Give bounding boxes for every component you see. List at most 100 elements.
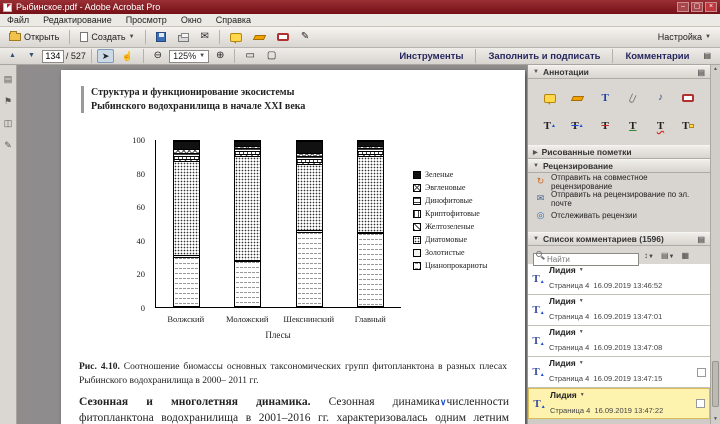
chevron-down-icon[interactable]: ▼ xyxy=(580,392,585,398)
hand-tool-button[interactable]: ☝ xyxy=(116,49,137,63)
annotations-header[interactable]: ▼ Аннотации ▤ xyxy=(528,65,710,79)
fit-page-button[interactable]: ▢ xyxy=(262,49,281,63)
menu-view[interactable]: Просмотр xyxy=(119,14,174,26)
legend-item: Золотистые xyxy=(413,246,488,259)
chevron-down-icon: ▼ xyxy=(199,53,206,59)
legend-swatch xyxy=(413,209,421,218)
comment-row[interactable]: T▲ Лидия ▼ Страница 4 16.09.2019 13:47:08 xyxy=(528,326,710,357)
paperclip-icon xyxy=(628,92,637,104)
highlight-text-tool-button[interactable] xyxy=(568,90,586,106)
track-reviews-item[interactable]: ◎ Отслеживать рецензии xyxy=(528,207,710,224)
panel-scrollbar[interactable]: ▲ ▼ xyxy=(710,65,720,424)
email-button[interactable]: ✉ xyxy=(196,29,214,46)
printer-icon xyxy=(177,33,189,42)
signature-button[interactable]: ✎ xyxy=(296,29,314,46)
page-number-input[interactable] xyxy=(41,49,64,63)
squiggly-underline-tool-button[interactable]: T xyxy=(651,118,669,134)
y-tick-label: 40 xyxy=(136,235,146,246)
panel-toggle-button[interactable]: ▤ xyxy=(698,49,716,63)
create-button[interactable]: Создать ▼ xyxy=(75,29,139,46)
underline-tool-button[interactable]: T xyxy=(624,118,642,134)
zoom-in-button[interactable]: ⊕ xyxy=(211,49,229,63)
signatures-button[interactable]: ✎ xyxy=(1,138,15,153)
chevron-down-icon[interactable]: ▼ xyxy=(579,298,584,304)
attachments-button[interactable]: ◫ xyxy=(1,116,15,131)
fit-width-button[interactable]: ▭ xyxy=(240,49,259,63)
chevron-down-icon[interactable]: ▼ xyxy=(579,267,584,273)
scroll-down-arrow[interactable]: ▼ xyxy=(711,415,720,424)
insert-text-annotation-marker[interactable]: ∨ xyxy=(440,397,447,407)
record-audio-tool-button[interactable]: ♪ xyxy=(651,90,669,106)
page-thumbnails-button[interactable]: ▤ xyxy=(1,72,15,87)
y-tick-label: 20 xyxy=(136,269,146,280)
comment-checkbox[interactable] xyxy=(696,399,705,408)
tools-panel-button[interactable]: Инструменты xyxy=(392,51,470,62)
panel-menu-icon[interactable]: ▤ xyxy=(697,235,705,244)
stamp-button[interactable] xyxy=(272,29,294,46)
sticky-note-tool-button[interactable] xyxy=(541,90,559,106)
zoom-out-button[interactable]: ⊖ xyxy=(149,49,167,63)
panel-menu-icon[interactable]: ▤ xyxy=(697,68,705,77)
menu-window[interactable]: Окно xyxy=(174,14,209,26)
comment-checkbox[interactable] xyxy=(697,367,706,377)
restore-button[interactable]: ▢ xyxy=(691,2,703,12)
menu-help[interactable]: Справка xyxy=(209,14,258,26)
stacked-bar xyxy=(295,140,323,307)
drawing-markups-header[interactable]: ▶ Рисованные пометки xyxy=(528,145,710,159)
running-head-line2: Рыбинского водохранилища в начале XXI ве… xyxy=(91,100,306,112)
comments-list-header[interactable]: ▼ Список комментариев (1596) ▤ xyxy=(528,232,710,246)
menu-file[interactable]: Файл xyxy=(0,14,36,26)
email-review-item[interactable]: ✉ Отправить на рецензирование по эл. поч… xyxy=(528,190,710,208)
scrollbar-thumb[interactable] xyxy=(712,361,719,407)
highlight-button[interactable] xyxy=(249,29,270,46)
comment-row-selected[interactable]: T▲ Лидия ▼ Страница 4 16.09.2019 13:47:22 xyxy=(528,388,710,419)
next-page-button[interactable]: ▼ xyxy=(23,49,40,63)
review-header[interactable]: ▼ Рецензирование xyxy=(528,159,710,173)
comment-datetime: 16.09.2019 13:47:15 xyxy=(593,374,663,383)
scroll-up-arrow[interactable]: ▲ xyxy=(711,65,720,74)
figure-caption-lead: Рис. 4.10. xyxy=(79,362,120,372)
bar-segment xyxy=(296,231,322,306)
comments-search-input[interactable] xyxy=(533,252,639,266)
strikethrough-tool-button[interactable]: T xyxy=(596,118,614,134)
replace-text-tool-button[interactable]: T ▲ xyxy=(568,118,586,134)
comment-row[interactable]: T▲ Лидия ▼ Страница 4 16.09.2019 13:47:15 xyxy=(528,357,710,388)
comment-row[interactable]: T▲ Лидия ▼ Страница 4 16.09.2019 13:46:52 xyxy=(528,264,710,295)
triangle-collapsed-icon: ▶ xyxy=(533,149,538,156)
stamp-tool-button[interactable] xyxy=(679,90,697,106)
filter-comments-button[interactable]: ▤▼ xyxy=(659,250,677,261)
open-button[interactable]: Открыть xyxy=(4,29,64,46)
print-button[interactable] xyxy=(173,29,194,46)
select-tool-button[interactable]: ➤ xyxy=(96,49,115,63)
pen-icon: ✎ xyxy=(300,31,310,42)
note-to-text-tool-button[interactable]: T xyxy=(679,118,697,134)
attach-file-tool-button[interactable] xyxy=(624,90,642,106)
shared-review-item[interactable]: ↻ Отправить на совместное рецензирование xyxy=(528,173,710,191)
highlighter-icon xyxy=(570,95,585,101)
save-button[interactable] xyxy=(151,29,171,46)
zoom-in-icon: ⊕ xyxy=(216,50,225,61)
running-head: Структура и функционирование экосистемы … xyxy=(81,86,305,113)
zoom-level-select[interactable]: 125% ▼ xyxy=(169,49,210,63)
bookmarks-button[interactable]: ⚑ xyxy=(1,94,15,109)
comment-row[interactable]: T▲ Лидия ▼ Страница 4 16.09.2019 13:47:01 xyxy=(528,295,710,326)
menu-edit[interactable]: Редактирование xyxy=(36,14,119,26)
sticky-note-button[interactable] xyxy=(225,29,247,46)
document-area[interactable]: Структура и функционирование экосистемы … xyxy=(17,65,527,424)
fill-sign-panel-button[interactable]: Заполнить и подписать xyxy=(481,51,607,62)
sort-comments-button[interactable]: ↕▼ xyxy=(642,250,656,261)
previous-page-button[interactable]: ▲ xyxy=(4,49,21,63)
insert-text-tool-button[interactable]: T ▲ xyxy=(541,118,559,134)
comment-page: Страница 4 xyxy=(549,281,590,290)
close-button[interactable]: × xyxy=(705,2,717,12)
chevron-down-icon[interactable]: ▼ xyxy=(579,329,584,335)
expand-comments-button[interactable]: ▦ xyxy=(679,250,691,261)
legend-swatch xyxy=(413,170,421,179)
customize-button[interactable]: Настройка ▼ xyxy=(653,29,716,46)
comment-author: Лидия xyxy=(549,296,576,306)
minimize-button[interactable]: – xyxy=(677,2,689,12)
comments-panel-button[interactable]: Комментарии xyxy=(618,51,696,62)
add-text-comment-tool-button[interactable]: T xyxy=(596,90,614,106)
chevron-down-icon[interactable]: ▼ xyxy=(579,360,584,366)
chevron-down-icon: ▼ xyxy=(705,34,711,40)
